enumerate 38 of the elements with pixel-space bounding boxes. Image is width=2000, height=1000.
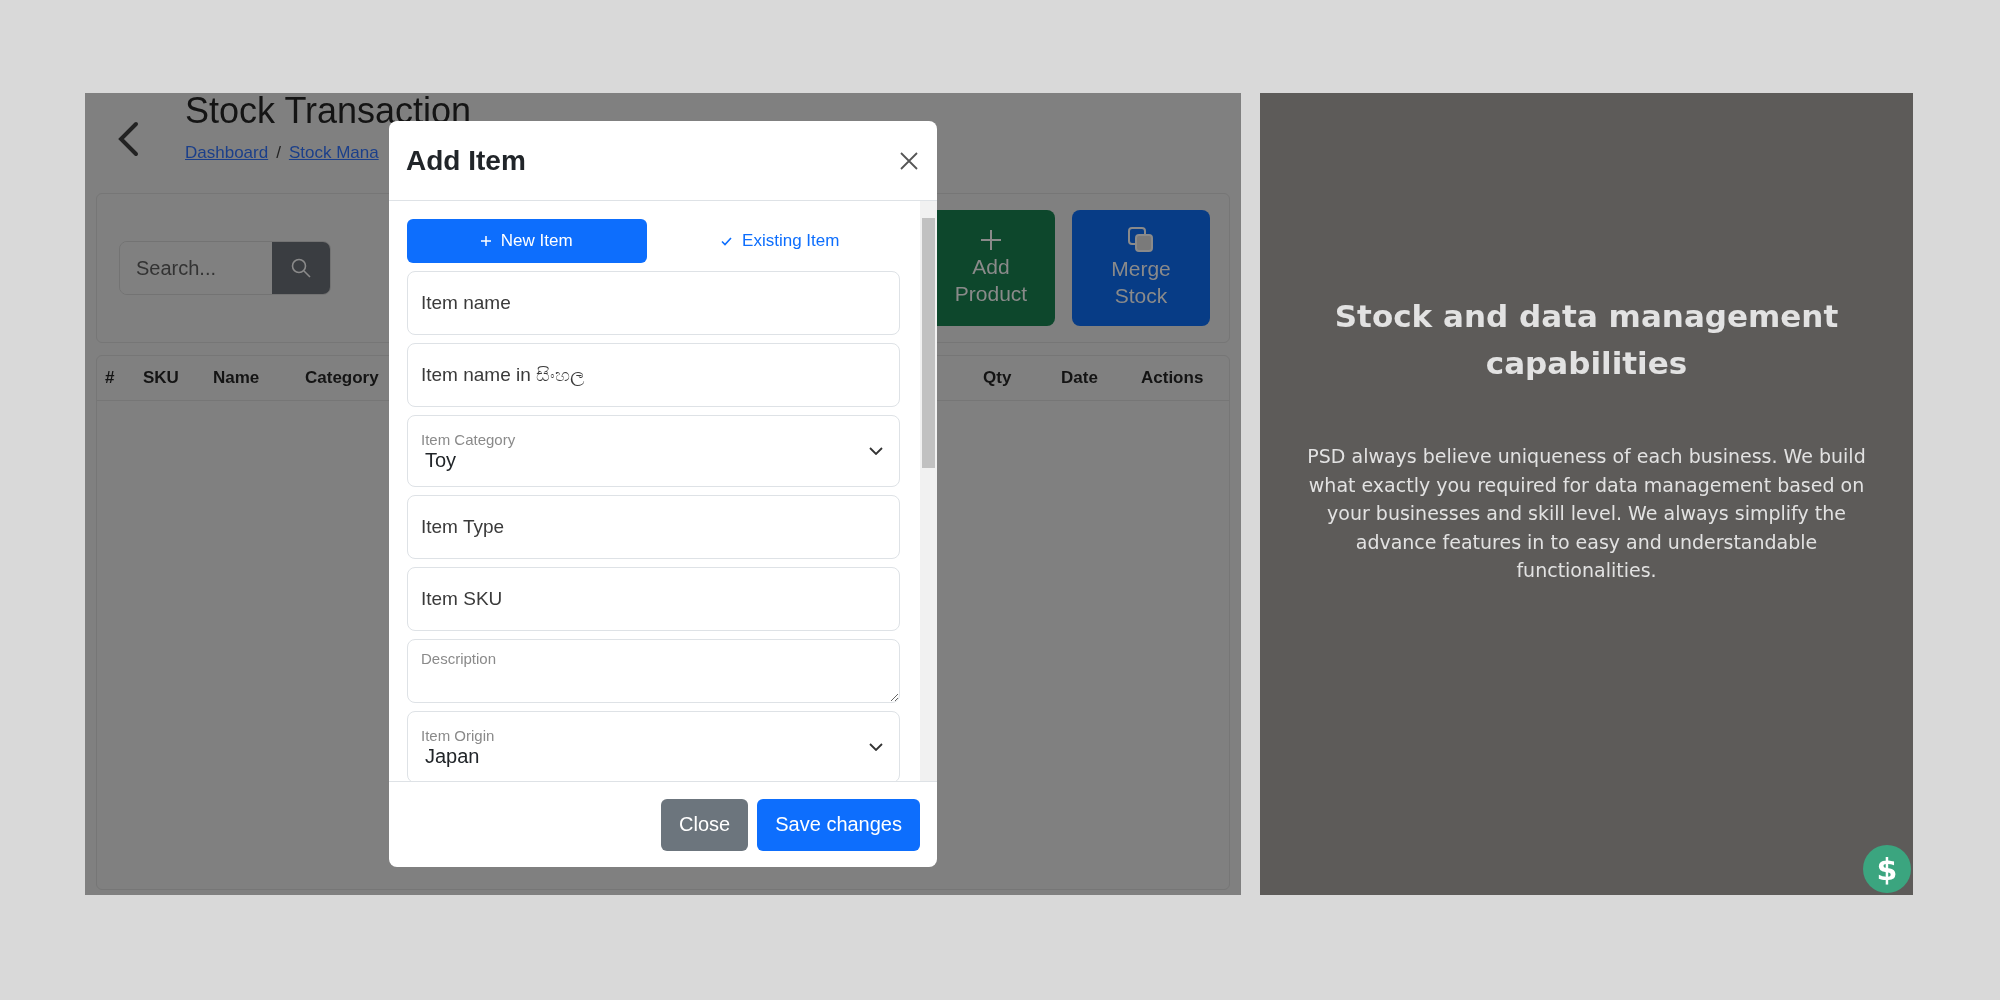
textarea-field[interactable]: Description xyxy=(407,639,900,703)
promo-text: PSD always believe uniqueness of each business. We build what exactly you required for data management based on your businesses and skill level. We always simplify the advance features in to easy and understandable functionalities. xyxy=(1306,444,1867,583)
breadcrumb-link[interactable]: Stock Mana xyxy=(288,143,379,163)
check-icon xyxy=(721,236,733,246)
column-header: Name xyxy=(213,368,261,388)
promo-heading: Stock and data management capabilities xyxy=(1333,297,1840,383)
chevron-down-icon xyxy=(869,447,883,455)
breadcrumb-separator: / xyxy=(276,143,281,163)
plus-icon xyxy=(980,228,1002,251)
search-icon xyxy=(291,258,311,278)
input-field[interactable]: Item name in සිංහල xyxy=(407,343,900,407)
overlapping-squares-icon xyxy=(1128,226,1154,253)
column-header: Category xyxy=(305,368,380,388)
tab[interactable]: Existing Item xyxy=(660,219,900,263)
column-header: # xyxy=(105,368,116,388)
input-field[interactable]: Item Type xyxy=(407,495,900,559)
action-button[interactable]: Merge Stock xyxy=(1072,210,1210,326)
column-header: Actions xyxy=(1141,368,1205,388)
tab[interactable]: New Item xyxy=(407,219,647,263)
search-button[interactable] xyxy=(272,242,330,294)
close-button[interactable]: Close xyxy=(661,798,749,851)
search-field[interactable]: Search... xyxy=(119,241,331,295)
scrollbar[interactable] xyxy=(920,201,937,781)
dollar-badge[interactable]: $ xyxy=(1863,845,1911,893)
select-field[interactable]: Item Origin Japan xyxy=(407,711,900,781)
page-title: Stock Transaction xyxy=(185,93,472,129)
save-button[interactable]: Save changes xyxy=(757,798,920,851)
plus-icon xyxy=(480,236,491,246)
modal-title: Add Item xyxy=(406,144,526,177)
column-header: Qty xyxy=(983,368,1013,388)
breadcrumb-link[interactable]: Dashboard xyxy=(185,143,269,163)
column-header: SKU xyxy=(143,368,180,388)
column-header: Date xyxy=(1061,368,1099,388)
input-field[interactable]: Item SKU xyxy=(407,567,900,631)
chevron-down-icon xyxy=(869,743,883,751)
select-field[interactable]: Item Category Toy xyxy=(407,415,900,487)
input-field[interactable]: Item name xyxy=(407,271,900,335)
close-icon[interactable] xyxy=(899,150,919,171)
